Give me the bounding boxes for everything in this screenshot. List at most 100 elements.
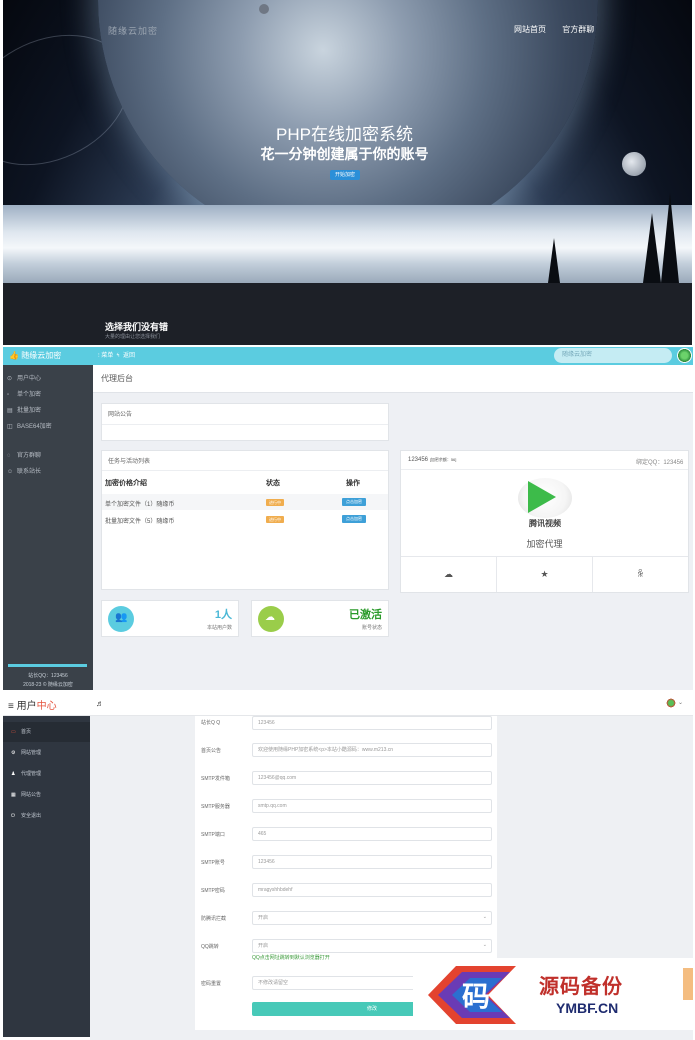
smtp-account-field[interactable]: 123456: [252, 855, 492, 869]
brand-label: 随缘云加密: [21, 351, 62, 360]
sidebar-item-label: 用户中心: [17, 376, 42, 382]
code-icon: ◫: [7, 424, 13, 430]
stat-users-label: 本站用户数: [206, 625, 232, 631]
smtp-server-field[interactable]: smtp.qq.com: [252, 799, 492, 813]
sidebar-item-label: 官方群聊: [17, 453, 42, 459]
stat-account-label: 账号状态: [361, 625, 382, 631]
sidebar-divider: [8, 664, 87, 667]
avatar[interactable]: [666, 698, 676, 708]
tree-silhouette: [661, 193, 679, 283]
sidebar-item-label: 联系站长: [17, 469, 42, 475]
admin-sidebar-notice[interactable]: ▦ 网站公告: [3, 785, 90, 805]
agent-bind-qq: 绑定QQ：123456: [636, 460, 684, 466]
admin-title-a: 用户: [16, 701, 37, 712]
admin-sidebar-logout[interactable]: ⏻ 安全退出: [3, 806, 90, 826]
field-label: SMTP账号: [201, 860, 225, 866]
divider: [102, 424, 388, 425]
field-label: 首页公告: [201, 748, 222, 754]
qq-jump-select[interactable]: 开启: [252, 939, 492, 953]
divider: [102, 470, 388, 471]
field-label: 防腾讯拦截: [201, 916, 227, 922]
sidebar-item-label: BASE64加密: [17, 424, 52, 430]
back-icon: ↰: [116, 353, 122, 359]
table-header-status: 状态: [266, 480, 280, 487]
search-input[interactable]: 随缘云加密: [554, 348, 672, 363]
sidebar-item-label: 单个加密: [17, 392, 42, 398]
admin-topbar: [3, 692, 693, 716]
nav-group-link[interactable]: 官方群聊: [562, 25, 594, 34]
field-label: 站长Q Q: [201, 720, 221, 726]
hero-nav: 网站首页 官方群聊: [514, 24, 608, 35]
sidebar-item-group[interactable]: ◌ 官方群聊: [3, 448, 93, 464]
smtp-port-field[interactable]: 465: [252, 827, 492, 841]
table-header-action: 操作: [346, 480, 360, 487]
chevron-down-icon[interactable]: ⌄: [678, 699, 683, 706]
field-label: SMTP服务器: [201, 804, 230, 810]
person-icon[interactable]: ꆜ: [593, 557, 688, 592]
band-subtitle: 大量的理由让您选择我们: [105, 334, 161, 340]
field-label: 密码重置: [201, 981, 222, 987]
chat-icon: ◌: [7, 453, 11, 459]
menu-button[interactable]: 菜单: [101, 353, 113, 359]
site-logo[interactable]: 随缘云加密: [108, 24, 158, 37]
admin-sidebar-site[interactable]: ⚙ 网站管理: [3, 743, 90, 763]
sidebar-item-label: 首页: [21, 729, 32, 735]
anti-block-select[interactable]: 开启: [252, 911, 492, 925]
notice-card: [101, 403, 389, 441]
sidebar-item-contact[interactable]: ☺ 联系站长: [3, 464, 93, 480]
status-badge: 进行中: [266, 516, 284, 523]
smtp-sender-field[interactable]: 123456@qq.com: [252, 771, 492, 785]
table-header-price: 加密价格介绍: [105, 480, 147, 487]
qq-jump-hint: QQ点击网址跳转到默认浏览器打开: [252, 955, 330, 961]
admin-sidebar-agent[interactable]: ♟ 代理管理: [3, 764, 90, 784]
agent-balance: [加密余额：56]: [429, 457, 457, 462]
star-icon[interactable]: ★: [497, 557, 592, 592]
tree-silhouette: [643, 213, 661, 283]
folder-icon: ▤: [7, 408, 13, 414]
band-title: 选择我们没有错: [105, 322, 169, 332]
watermark-emblem-icon: 码: [428, 966, 516, 1024]
sidebar-item-user-center[interactable]: ⊙ 用户中心: [3, 371, 93, 387]
topbar-menu: ⫶ 菜单 ↰ 返回: [98, 347, 135, 365]
admin-title-b: 中心: [36, 701, 57, 712]
field-label: QQ跳转: [201, 944, 219, 950]
avatar[interactable]: [677, 348, 692, 363]
sidebar-item-label: 代理管理: [21, 771, 42, 777]
watermark-accent: [683, 968, 693, 1000]
sidebar-item-label: 网站管理: [21, 750, 42, 756]
row-name: 批量加密文件（5）随缘币: [105, 519, 175, 525]
play-icon: [528, 481, 556, 513]
user-icon: ☺: [7, 469, 14, 475]
stat-users-value: 1人: [214, 609, 232, 621]
sidebar-item-batch-encrypt[interactable]: ▤ 批量加密: [3, 403, 93, 419]
encrypt-button[interactable]: 点击加密: [342, 515, 366, 523]
sidebar-item-single-encrypt[interactable]: ▫ 单个加密: [3, 387, 93, 403]
dashboard-brand[interactable]: 👍 随缘云加密: [3, 347, 94, 365]
cloud-icon[interactable]: ☁: [401, 557, 496, 592]
sidebar-item-base64[interactable]: ◫ BASE64加密: [3, 419, 93, 435]
monitor-icon: ▭: [11, 729, 16, 735]
qq-field[interactable]: 123456: [252, 716, 492, 730]
logo-caption: 腾讯视频: [529, 519, 561, 528]
field-label: SMTP密码: [201, 888, 225, 894]
agent-id-value: 123456: [408, 457, 429, 463]
sidebar-item-label: 批量加密: [17, 408, 42, 414]
field-label: SMTP发件箱: [201, 776, 230, 782]
notice-field[interactable]: 欢迎使用随缘PHP加密系统<p>本站小酷源码：www.m213.cn: [252, 743, 492, 757]
divider: [401, 469, 688, 470]
encrypt-button[interactable]: 点击加密: [342, 498, 366, 506]
admin-sidebar-home[interactable]: ▭ 首页: [3, 722, 90, 742]
start-encrypt-button[interactable]: 开始加密: [330, 170, 360, 180]
hamburger-icon[interactable]: ≡: [8, 701, 14, 712]
watermark-text: 源码备份: [539, 976, 623, 998]
smtp-password-field[interactable]: mragyshhbdehf: [252, 883, 492, 897]
nav-home-link[interactable]: 网站首页: [514, 25, 546, 34]
agent-id: 123456 [加密余额：56]: [408, 457, 456, 463]
watermark-emblem-char: 码: [462, 980, 490, 1013]
back-button[interactable]: 返回: [123, 353, 135, 359]
cloud-layer: [3, 205, 692, 283]
list-icon: ▦: [11, 792, 16, 798]
clock-icon: ⊙: [7, 376, 13, 382]
thumbs-up-icon: 👍: [9, 351, 19, 360]
music-icon[interactable]: ♬: [96, 699, 104, 708]
